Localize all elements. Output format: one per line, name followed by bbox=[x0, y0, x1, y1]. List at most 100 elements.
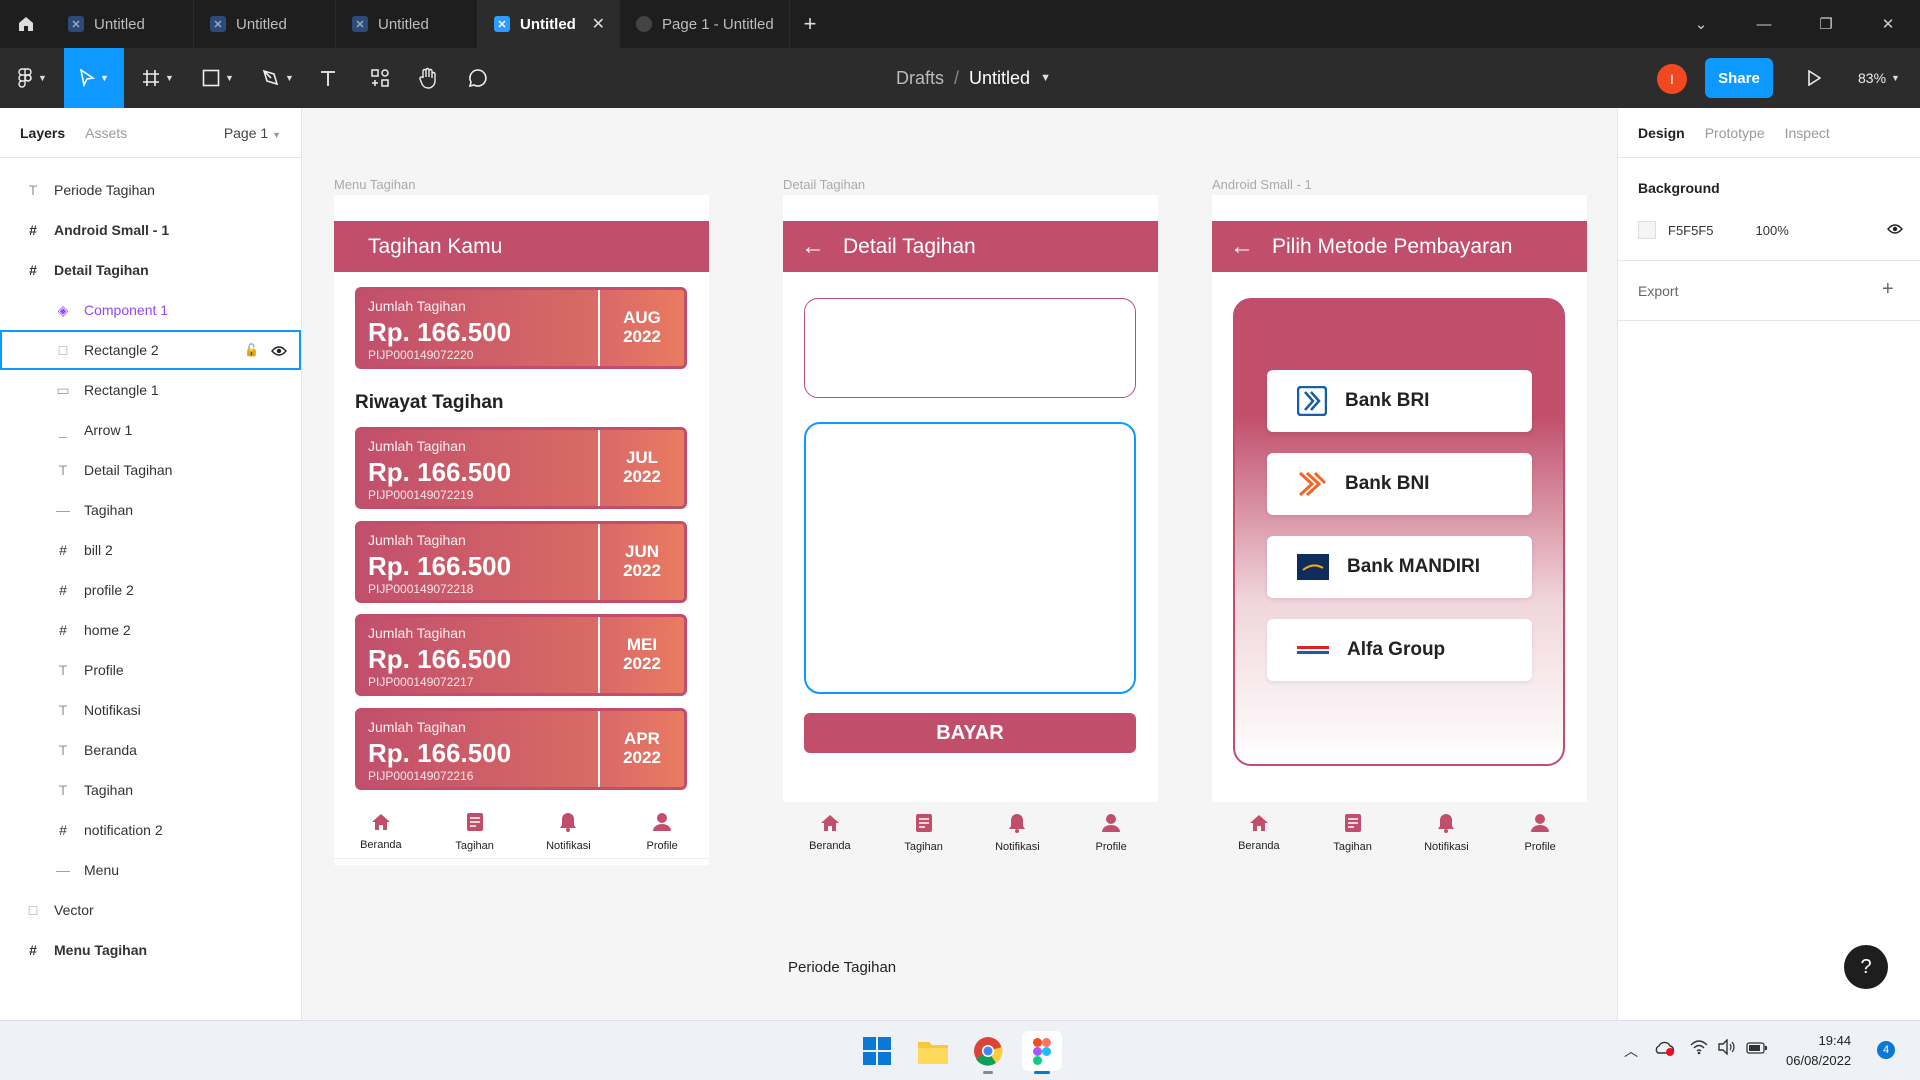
layer-item[interactable]: # Menu Tagihan bbox=[0, 930, 301, 970]
nav-item-profile[interactable]: Profile bbox=[1064, 803, 1158, 863]
nav-item-tagihan[interactable]: Tagihan bbox=[1306, 803, 1400, 863]
layer-item[interactable]: T Profile bbox=[0, 650, 301, 690]
bank-option-bri[interactable]: Bank BRI bbox=[1267, 370, 1532, 432]
back-arrow-icon[interactable]: ← bbox=[801, 233, 825, 261]
tab-prototype[interactable]: Prototype bbox=[1705, 125, 1765, 141]
unlock-icon[interactable]: 🔓 bbox=[244, 343, 259, 357]
help-button[interactable]: ? bbox=[1844, 945, 1888, 989]
layer-item[interactable]: # home 2 bbox=[0, 610, 301, 650]
clock[interactable]: 19:44 06/08/2022 bbox=[1786, 1031, 1851, 1071]
nav-item-profile[interactable]: Profile bbox=[1493, 803, 1587, 863]
file-tab-1[interactable]: Untitled bbox=[52, 0, 194, 48]
detail-box-main[interactable] bbox=[804, 422, 1136, 694]
layer-item[interactable]: □ Rectangle 2 🔓 bbox=[0, 330, 301, 370]
file-tab-active[interactable]: Untitled ✕ bbox=[478, 0, 620, 48]
volume-icon[interactable] bbox=[1717, 1038, 1737, 1060]
layer-item[interactable]: T Beranda bbox=[0, 730, 301, 770]
frame-label[interactable]: Android Small - 1 bbox=[1212, 177, 1312, 192]
layer-item[interactable]: # profile 2 bbox=[0, 570, 301, 610]
nav-item-notifikasi[interactable]: Notifikasi bbox=[1400, 803, 1494, 863]
battery-icon[interactable] bbox=[1746, 1041, 1768, 1059]
hand-tool[interactable] bbox=[412, 48, 444, 108]
add-export-icon[interactable]: + bbox=[1882, 278, 1894, 301]
resources-tool[interactable] bbox=[364, 48, 396, 108]
bill-history-card[interactable]: Jumlah Tagihan Rp. 166.500 PIJP00014907221… bbox=[355, 707, 687, 790]
frame-menu-tagihan[interactable]: Tagihan Kamu Jumlah Tagihan Rp. 166.500 … bbox=[334, 195, 709, 865]
frame-label[interactable]: Detail Tagihan bbox=[783, 177, 865, 192]
bg-opacity-value[interactable]: 100% bbox=[1756, 223, 1789, 238]
layer-item[interactable]: T Notifikasi bbox=[0, 690, 301, 730]
file-tab-2[interactable]: Untitled bbox=[194, 0, 336, 48]
layer-item[interactable]: # bill 2 bbox=[0, 530, 301, 570]
add-tab-button[interactable]: + bbox=[790, 0, 830, 48]
floating-text-periode[interactable]: Periode Tagihan bbox=[788, 959, 896, 976]
page-selector[interactable]: Page 1 ▼ bbox=[224, 125, 281, 141]
breadcrumb-drafts[interactable]: Drafts bbox=[896, 68, 944, 89]
notification-badge[interactable]: 4 bbox=[1877, 1041, 1895, 1059]
tab-design[interactable]: Design bbox=[1638, 125, 1685, 141]
pen-tool[interactable]: ▼ bbox=[256, 48, 300, 108]
frame-payment-method[interactable]: ← Pilih Metode Pembayaran Bank BRI Bank … bbox=[1212, 195, 1587, 802]
color-swatch[interactable] bbox=[1638, 221, 1656, 239]
tab-assets[interactable]: Assets bbox=[85, 125, 127, 141]
chevron-down-icon[interactable]: ▼ bbox=[1040, 72, 1051, 84]
tray-chevron-up-icon[interactable]: ︿ bbox=[1624, 1041, 1638, 1061]
main-menu-button[interactable]: ▼ bbox=[10, 48, 54, 108]
layer-item[interactable]: T Periode Tagihan bbox=[0, 170, 301, 210]
nav-item-notifikasi[interactable]: Notifikasi bbox=[522, 802, 616, 862]
current-bill-card[interactable]: Jumlah Tagihan Rp. 166.500 PIJP000149072… bbox=[355, 287, 687, 369]
present-button[interactable] bbox=[1796, 48, 1832, 108]
layer-item[interactable]: T Tagihan bbox=[0, 770, 301, 810]
figma-app-icon[interactable] bbox=[1022, 1031, 1062, 1071]
zoom-menu[interactable]: 83% ▼ bbox=[1848, 48, 1910, 108]
nav-item-tagihan[interactable]: Tagihan bbox=[428, 802, 522, 862]
wifi-icon[interactable] bbox=[1689, 1039, 1709, 1060]
eye-icon[interactable] bbox=[271, 344, 287, 360]
close-window-button[interactable]: ✕ bbox=[1857, 0, 1919, 48]
text-tool[interactable] bbox=[312, 48, 344, 108]
tab-inspect[interactable]: Inspect bbox=[1785, 125, 1830, 141]
file-explorer-icon[interactable] bbox=[913, 1031, 953, 1071]
bill-history-card[interactable]: Jumlah Tagihan Rp. 166.500 PIJP00014907221… bbox=[355, 427, 687, 509]
layer-item[interactable]: □ Vector bbox=[0, 890, 301, 930]
layer-item[interactable]: # Android Small - 1 bbox=[0, 210, 301, 250]
file-tab-3[interactable]: Untitled bbox=[336, 0, 478, 48]
frame-tool[interactable]: ▼ bbox=[136, 48, 180, 108]
minimize-button[interactable]: — bbox=[1733, 0, 1795, 48]
nav-item-beranda[interactable]: Beranda bbox=[783, 803, 877, 863]
move-tool[interactable]: ▼ bbox=[64, 48, 124, 108]
nav-item-beranda[interactable]: Beranda bbox=[334, 802, 428, 862]
layer-item[interactable]: ◈ Component 1 bbox=[0, 290, 301, 330]
frame-detail-tagihan[interactable]: ← Detail Tagihan BAYAR bbox=[783, 195, 1158, 802]
comment-tool[interactable] bbox=[462, 48, 494, 108]
nav-item-tagihan[interactable]: Tagihan bbox=[877, 803, 971, 863]
layer-item[interactable]: ▭ Rectangle 1 bbox=[0, 370, 301, 410]
layer-item[interactable]: — Tagihan bbox=[0, 490, 301, 530]
back-arrow-icon[interactable]: ← bbox=[1230, 233, 1254, 261]
home-button[interactable] bbox=[0, 0, 52, 48]
close-tab-icon[interactable]: ✕ bbox=[592, 14, 605, 34]
share-button[interactable]: Share bbox=[1705, 58, 1773, 98]
layer-item[interactable]: — Menu bbox=[0, 850, 301, 890]
canvas[interactable]: Menu Tagihan Tagihan Kamu Jumlah Tagihan… bbox=[302, 108, 1617, 1020]
windows-start-icon[interactable] bbox=[857, 1031, 897, 1071]
nav-item-profile[interactable]: Profile bbox=[615, 802, 709, 862]
bank-option-alfa[interactable]: Alfa Group bbox=[1267, 619, 1532, 681]
layer-item[interactable]: T Detail Tagihan bbox=[0, 450, 301, 490]
layer-item[interactable]: # Detail Tagihan bbox=[0, 250, 301, 290]
prototype-tab[interactable]: Page 1 - Untitled bbox=[620, 0, 790, 48]
tab-layers[interactable]: Layers bbox=[20, 125, 65, 141]
bank-option-bni[interactable]: Bank BNI bbox=[1267, 453, 1532, 515]
bank-option-mandiri[interactable]: Bank MANDIRI bbox=[1267, 536, 1532, 598]
nav-item-notifikasi[interactable]: Notifikasi bbox=[971, 803, 1065, 863]
bill-history-card[interactable]: Jumlah Tagihan Rp. 166.500 PIJP00014907221… bbox=[355, 614, 687, 696]
avatar[interactable]: I bbox=[1657, 64, 1687, 94]
frame-label[interactable]: Menu Tagihan bbox=[334, 177, 415, 192]
onedrive-icon[interactable] bbox=[1654, 1039, 1676, 1062]
layer-item[interactable]: _ Arrow 1 bbox=[0, 410, 301, 450]
bill-history-card[interactable]: Jumlah Tagihan Rp. 166.500 PIJP00014907221… bbox=[355, 520, 687, 603]
restore-button[interactable]: ❐ bbox=[1795, 0, 1857, 48]
shape-tool[interactable]: ▼ bbox=[196, 48, 240, 108]
chevron-down-icon[interactable]: ⌄ bbox=[1670, 0, 1732, 48]
pay-button[interactable]: BAYAR bbox=[804, 713, 1136, 753]
